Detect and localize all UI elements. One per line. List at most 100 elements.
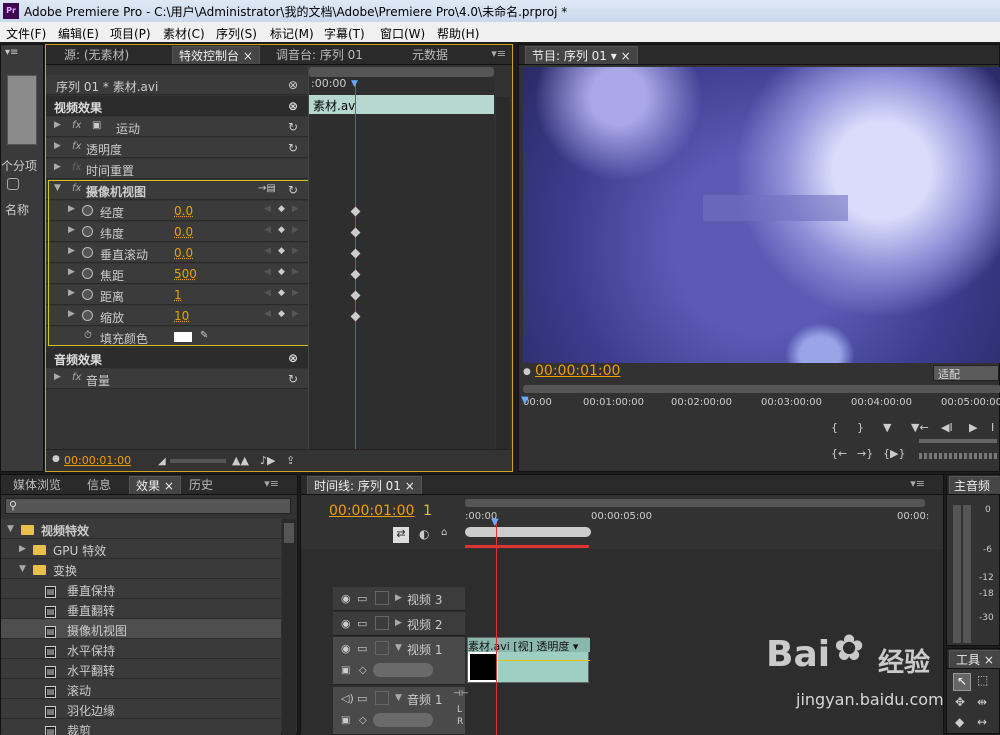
tab-info[interactable]: 信息 <box>81 476 117 494</box>
tab-effect-controls[interactable]: 特效控制台 × <box>172 46 260 64</box>
current-time-display[interactable]: 00:00:01:00 <box>64 454 131 467</box>
keyframe-diamond[interactable] <box>350 269 361 280</box>
work-area-bar[interactable] <box>465 527 591 537</box>
timeline-playhead-icon[interactable]: ▼ <box>491 517 499 528</box>
ripple-edit-tool-icon[interactable]: ✥ <box>955 695 965 709</box>
menu-help[interactable]: 帮助(H) <box>437 25 479 42</box>
collapse-triangle-icon[interactable]: ▼ <box>19 564 26 574</box>
collapse-triangle-icon[interactable]: ▼ <box>395 693 402 703</box>
set-marker-icon[interactable]: ◐ <box>419 527 429 541</box>
close-icon[interactable]: × <box>239 49 253 63</box>
keyframe-diamond[interactable] <box>350 311 361 322</box>
collapse-triangle-icon[interactable]: ▼ <box>395 643 402 653</box>
step-back-icon[interactable]: ◀I <box>941 421 953 434</box>
tab-program[interactable]: 节目: 序列 01 ▾ × <box>525 46 638 64</box>
close-icon[interactable]: × <box>160 479 174 493</box>
panel-menu-icon[interactable]: ▾≡ <box>910 477 925 490</box>
marker-icon[interactable]: ▼ <box>883 421 891 434</box>
effects-tree-item[interactable]: ▶ GPU 特效 <box>1 539 281 559</box>
effect-row-volume[interactable]: ▶ fx 音量 ↻ <box>46 369 308 389</box>
menu-file[interactable]: 文件(F) <box>6 25 46 42</box>
expand-triangle-icon[interactable]: ▶ <box>395 593 402 603</box>
track-select-tool-icon[interactable]: ⬚ <box>977 673 988 687</box>
effect-row-opacity[interactable]: ▶ fx 透明度 ↻ <box>46 138 308 158</box>
keyframe-nav[interactable] <box>373 713 433 727</box>
tab-history[interactable]: 历史 <box>183 476 219 494</box>
scrollbar-thumb[interactable] <box>284 523 294 543</box>
list-view-icon[interactable] <box>7 178 19 190</box>
menu-edit[interactable]: 编辑(E) <box>58 25 99 42</box>
track-target-box[interactable] <box>375 616 389 630</box>
step-forward-icon[interactable]: I <box>991 421 994 434</box>
snap-icon[interactable]: ⇄ <box>393 527 409 543</box>
show-timeline-icon[interactable]: ⊗ <box>288 78 298 92</box>
track-target-box[interactable] <box>375 591 389 605</box>
reset-icon[interactable]: ↻ <box>288 141 298 155</box>
collapse-icon[interactable]: ⊗ <box>288 99 298 113</box>
jog-slider[interactable] <box>919 439 997 443</box>
menu-project[interactable]: 项目(P) <box>110 25 151 42</box>
close-icon[interactable]: × <box>980 653 994 667</box>
export-icon[interactable]: ⇪ <box>286 454 295 467</box>
expand-triangle-icon[interactable]: ▶ <box>395 618 402 628</box>
fx-icon[interactable]: fx <box>72 141 81 152</box>
tab-media-browser[interactable]: 媒体浏览 <box>7 476 67 494</box>
effects-tree-item[interactable]: ▤ 垂直保持 <box>1 579 281 599</box>
keyframe-toggle-icon[interactable]: ◇ <box>359 665 367 676</box>
effects-tree-item[interactable]: ▤ 水平翻转 <box>1 659 281 679</box>
slip-tool-icon[interactable]: ↔ <box>977 715 987 729</box>
effects-search-input[interactable]: ⚲ <box>5 498 291 514</box>
effects-scrollbar[interactable] <box>282 519 296 735</box>
dropdown-icon[interactable]: ▾ <box>607 49 617 63</box>
menu-sequence[interactable]: 序列(S) <box>216 25 257 42</box>
rolling-edit-tool-icon[interactable]: ⇹ <box>977 695 987 709</box>
extract-icon[interactable]: →} <box>857 447 873 460</box>
collapse-icon[interactable]: ⊗ <box>288 351 298 365</box>
zoom-in-icon[interactable]: ▲▲ <box>232 454 249 467</box>
zoom-bar[interactable] <box>309 67 494 77</box>
effects-tree-item[interactable]: ▤ 羽化边缘 <box>1 699 281 719</box>
effects-tree-item[interactable]: ▤ 裁剪 <box>1 719 281 735</box>
eye-icon[interactable]: ◉ <box>341 642 351 655</box>
razor-tool-icon[interactable]: ◆ <box>955 715 964 729</box>
reset-icon[interactable]: ↻ <box>288 372 298 386</box>
timeline-zoom-bar[interactable] <box>465 499 925 507</box>
effects-tree-item[interactable]: ▤ 摄像机视图 <box>1 619 281 639</box>
lock-icon[interactable]: ▭ <box>357 592 367 605</box>
fx-icon[interactable]: fx <box>72 372 81 383</box>
video-clip[interactable]: 素材.avi [视] 透明度 ▾ <box>467 637 590 683</box>
panel-menu-icon[interactable]: ▾≡ <box>491 47 506 60</box>
video-preview[interactable] <box>523 67 1000 363</box>
close-icon[interactable]: × <box>617 49 631 63</box>
track-target-box[interactable] <box>375 641 389 655</box>
display-style-icon[interactable]: ▣ <box>341 715 350 726</box>
keyframe-marker-icon[interactable]: ⌂ <box>441 527 447 538</box>
expand-triangle-icon[interactable]: ▶ <box>54 141 61 151</box>
fx-icon[interactable]: fx <box>72 120 81 131</box>
program-current-time[interactable]: 00:00:01:00 <box>535 363 620 379</box>
program-zoom-bar[interactable] <box>523 385 1000 393</box>
keyframe-diamond[interactable] <box>350 290 361 301</box>
close-icon[interactable]: × <box>401 479 415 493</box>
eye-icon[interactable]: ◉ <box>341 617 351 630</box>
track-target-box[interactable] <box>375 691 389 705</box>
set-out-icon[interactable]: } <box>857 421 864 434</box>
play-icon[interactable]: ▶ <box>969 421 977 434</box>
trim-icon[interactable]: {▶} <box>883 447 905 460</box>
keyframe-diamond[interactable] <box>350 248 361 259</box>
expand-triangle-icon[interactable]: ▶ <box>19 544 26 554</box>
effects-tree-item[interactable]: ▼ 变换 <box>1 559 281 579</box>
timeline-playhead-line[interactable] <box>496 521 497 735</box>
keyframe-diamond[interactable] <box>350 227 361 238</box>
vertical-scrollbar[interactable] <box>496 97 510 451</box>
fit-dropdown[interactable]: 适配 <box>933 365 999 381</box>
menu-clip[interactable]: 素材(C) <box>163 25 205 42</box>
effect-row-time-remap[interactable]: ▶ fx 时间重置 <box>46 159 308 179</box>
loop-audio-icon[interactable]: ♪▶ <box>260 454 275 467</box>
menu-marker[interactable]: 标记(M) <box>270 25 314 42</box>
tab-source[interactable]: 源: (无素材) <box>58 46 135 64</box>
speaker-icon[interactable]: ◁) <box>341 692 354 705</box>
keyframe-nav[interactable] <box>373 663 433 677</box>
opacity-rubberband[interactable] <box>498 660 590 661</box>
shuttle-wheel[interactable] <box>919 453 997 459</box>
